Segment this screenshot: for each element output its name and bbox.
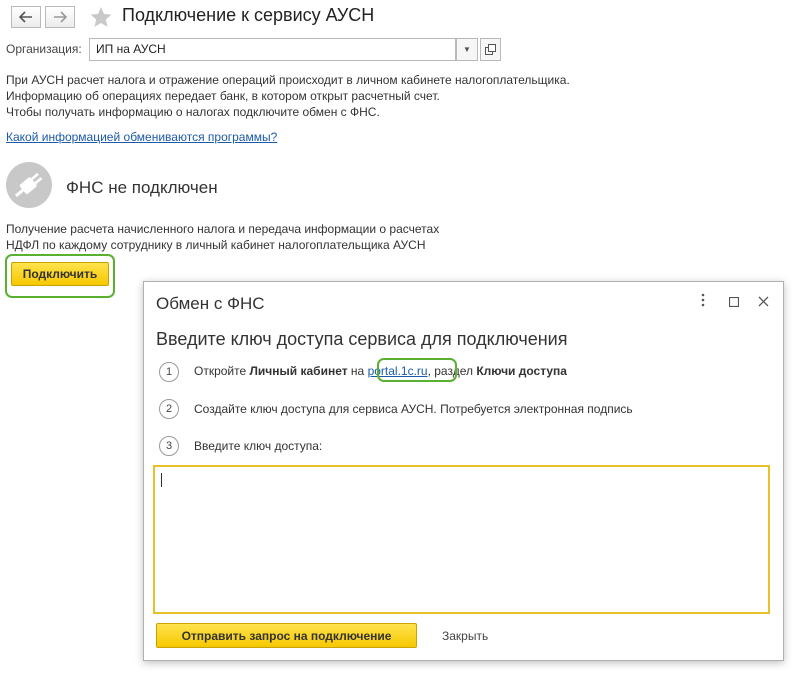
organization-field[interactable]: ИП на АУСН xyxy=(89,38,456,61)
highlight-ring xyxy=(377,358,457,382)
info-line: Информацию об операциях передает банк, в… xyxy=(6,89,440,103)
fns-description-line: Получение расчета начисленного налога и … xyxy=(6,222,440,236)
info-line: Чтобы получать информацию о налогах подк… xyxy=(6,105,380,119)
step-text-bold: Ключи доступа xyxy=(476,364,567,378)
fns-description-line: НДФЛ по каждому сотруднику в личный каби… xyxy=(6,238,426,252)
step-text-part: Откройте xyxy=(194,364,250,378)
star-icon xyxy=(90,7,112,27)
chevron-down-icon: ▼ xyxy=(463,45,471,54)
plug-icon xyxy=(6,162,52,208)
dialog-heading: Введите ключ доступа сервиса для подключ… xyxy=(156,329,568,349)
connect-button[interactable]: Подключить xyxy=(11,262,109,286)
step-text-bold: Личный кабинет xyxy=(249,364,348,378)
favorite-button[interactable] xyxy=(89,5,113,32)
arrow-left-icon xyxy=(19,11,32,23)
arrow-right-icon xyxy=(54,11,67,23)
back-button[interactable] xyxy=(11,6,41,28)
maximize-button[interactable] xyxy=(728,295,740,310)
text-caret xyxy=(161,473,162,487)
maximize-icon xyxy=(728,296,740,308)
close-button[interactable] xyxy=(758,295,769,310)
organization-dropdown-button[interactable]: ▼ xyxy=(456,38,478,61)
forward-button[interactable] xyxy=(45,6,75,28)
organization-open-button[interactable] xyxy=(480,38,501,61)
close-dialog-button[interactable]: Закрыть xyxy=(442,629,488,643)
info-line: При АУСН расчет налога и отражение опера… xyxy=(6,73,570,87)
exchange-info-link[interactable]: Какой информацией обмениваются программы… xyxy=(6,130,277,144)
more-menu-button[interactable] xyxy=(700,292,706,311)
dialog-title: Обмен с ФНС xyxy=(156,294,265,313)
fns-exchange-dialog: Обмен с ФНС Введите ключ доступа сервиса… xyxy=(143,281,784,661)
organization-label: Организация: xyxy=(6,42,82,56)
info-text: При АУСН расчет налога и отражение опера… xyxy=(6,72,570,120)
page-title: Подключение к сервису АУСН xyxy=(122,5,375,25)
fns-description: Получение расчета начисленного налога и … xyxy=(6,221,439,253)
step-2-text: Создайте ключ доступа для сервиса АУСН. … xyxy=(194,402,633,416)
step-text-part: на xyxy=(347,364,368,378)
send-request-button[interactable]: Отправить запрос на подключение xyxy=(156,623,417,648)
access-key-input[interactable] xyxy=(153,465,770,614)
more-vertical-icon xyxy=(701,293,705,307)
fns-status: ФНС не подключен xyxy=(66,178,218,197)
step-number: 1 xyxy=(159,362,179,382)
step-3-text: Введите ключ доступа: xyxy=(194,439,323,453)
close-icon xyxy=(758,296,769,307)
step-number: 3 xyxy=(159,436,179,456)
step-number: 2 xyxy=(159,399,179,419)
open-form-icon xyxy=(485,44,496,55)
